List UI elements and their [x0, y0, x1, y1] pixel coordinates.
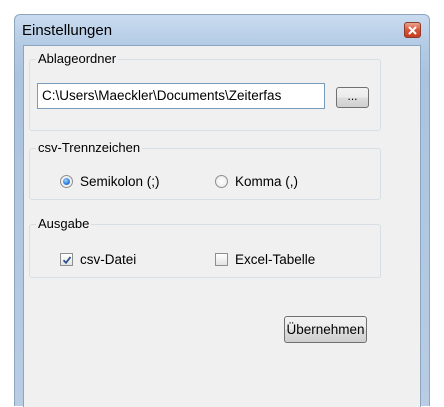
radio-selected-dot — [63, 178, 70, 185]
storage-path-input[interactable]: C:\Users\Maeckler\Documents\Zeiterfas — [37, 83, 325, 109]
csv-separator-label: csv-Trennzeichen — [36, 140, 143, 156]
output-label: Ausgabe — [36, 216, 92, 232]
browse-button[interactable]: ... — [336, 87, 369, 108]
radio-semicolon-indicator[interactable] — [60, 175, 73, 188]
radio-comma-indicator[interactable] — [215, 175, 228, 188]
checkbox-csv-label: csv-Datei — [80, 252, 137, 267]
checkbox-csv[interactable]: csv-Datei — [60, 252, 136, 267]
storage-folder-label: Ablageordner — [36, 51, 119, 67]
radio-comma-label: Komma (,) — [235, 174, 299, 189]
csv-separator-group: csv-Trennzeichen Semikolon (;) Komma (,) — [29, 140, 381, 200]
close-button[interactable] — [404, 22, 421, 38]
window-title: Einstellungen — [22, 22, 113, 39]
checkbox-excel-box[interactable] — [215, 253, 228, 266]
checkbox-excel-label: Excel-Tabelle — [235, 252, 316, 267]
radio-semicolon[interactable]: Semikolon (;) — [60, 174, 160, 189]
checkbox-csv-box[interactable] — [60, 253, 73, 266]
storage-folder-group: Ablageordner C:\Users\Maeckler\Documents… — [29, 51, 381, 131]
radio-comma[interactable]: Komma (,) — [215, 174, 298, 189]
apply-button[interactable]: Übernehmen — [284, 316, 367, 343]
radio-semicolon-label: Semikolon (;) — [80, 174, 160, 189]
checkbox-excel[interactable]: Excel-Tabelle — [215, 252, 315, 267]
title-bar[interactable]: Einstellungen — [15, 15, 429, 45]
close-icon — [408, 26, 417, 34]
output-group: Ausgabe csv-Datei Excel-Tabelle — [29, 216, 381, 278]
checkmark-icon — [62, 255, 71, 264]
